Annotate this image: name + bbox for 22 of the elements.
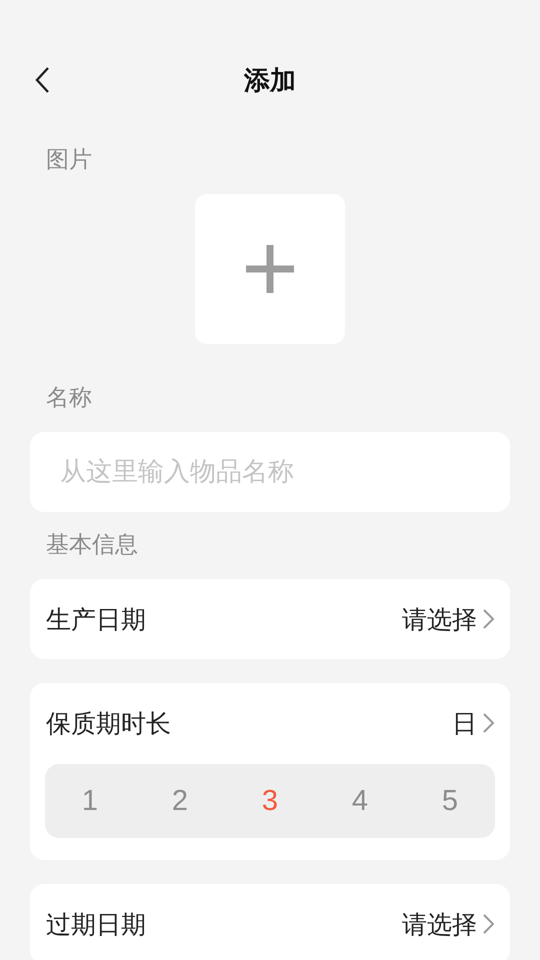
chevron-icon (483, 914, 494, 934)
field-label: 生产日期 (46, 604, 146, 636)
number-option[interactable]: 1 (74, 780, 106, 822)
section-label: 名称 (46, 384, 93, 413)
add-image-button[interactable] (195, 194, 345, 344)
section-label: 图片 (46, 146, 93, 175)
number-option[interactable]: 2 (164, 780, 196, 822)
number-option[interactable]: 5 (434, 780, 466, 822)
field-label: 过期日期 (46, 908, 146, 940)
chevron-icon (483, 713, 494, 733)
section-label: 基本信息 (46, 531, 139, 560)
select-value[interactable]: 请选择 (402, 602, 494, 636)
page-title: 添加 (244, 64, 296, 98)
chevron-icon (483, 609, 494, 629)
name-input[interactable]: 从这里输入物品名称 (30, 432, 510, 512)
plus-icon (246, 245, 294, 293)
field-label: 保质期时长 (46, 708, 171, 740)
number-option[interactable]: 4 (344, 780, 376, 822)
number-picker[interactable]: 1 2 3 4 5 (45, 764, 495, 838)
select-value[interactable]: 请选择 (402, 908, 494, 940)
select-value[interactable]: 日 (452, 706, 494, 740)
number-option[interactable]: 3 (254, 780, 286, 822)
